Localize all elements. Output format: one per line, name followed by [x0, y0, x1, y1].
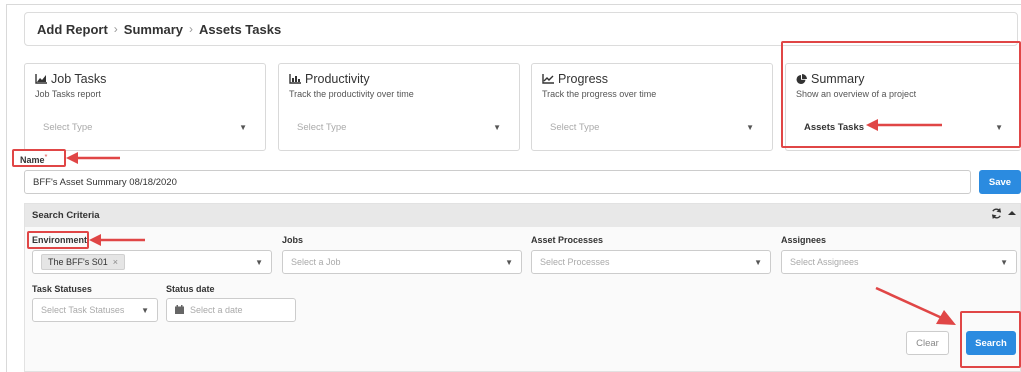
task-statuses-select[interactable]: Select Task Statuses ▼ [32, 298, 158, 322]
name-label: Name* [20, 152, 47, 165]
jobs-label: Jobs [282, 235, 304, 245]
save-button[interactable]: Save [979, 170, 1021, 194]
line-chart-icon [542, 74, 554, 84]
caret-down-icon: ▼ [141, 305, 149, 315]
select-value: Select Type [550, 121, 600, 133]
select-value: Select Type [297, 121, 347, 133]
clear-button[interactable]: Clear [906, 331, 949, 355]
report-type-select[interactable]: Select Type ▼ [35, 114, 255, 140]
breadcrumb-summary[interactable]: Summary [124, 22, 183, 37]
search-criteria-title: Search Criteria [32, 210, 100, 221]
breadcrumb-separator: › [113, 22, 118, 36]
caret-down-icon: ▼ [493, 122, 501, 132]
status-date-input[interactable]: Select a date [166, 298, 296, 322]
report-card-productivity[interactable]: Productivity Track the productivity over… [278, 63, 520, 151]
card-title: Job Tasks [35, 72, 106, 86]
report-card-progress[interactable]: Progress Track the progress over time Se… [531, 63, 773, 151]
asset-processes-label: Asset Processes [531, 235, 604, 245]
caret-down-icon: ▼ [505, 257, 513, 267]
card-subtitle: Track the progress over time [542, 89, 657, 99]
select-value: Select Type [43, 121, 93, 133]
annotation-arrow-icon [66, 152, 120, 164]
annotation-arrow-icon [89, 234, 145, 246]
annotation-arrow-icon [875, 286, 956, 325]
status-date-placeholder: Select a date [190, 305, 243, 315]
required-mark: * [44, 152, 48, 161]
collapse-caret-icon[interactable] [1008, 208, 1016, 222]
refresh-icon[interactable] [991, 208, 1002, 222]
card-title: Progress [542, 72, 608, 86]
report-type-select[interactable]: Select Type ▼ [542, 114, 762, 140]
search-criteria-header: Search Criteria [25, 204, 1020, 227]
name-label-text: Name [20, 155, 45, 165]
search-button[interactable]: Search [966, 331, 1016, 355]
status-date-label: Status date [166, 284, 215, 294]
calendar-icon [175, 304, 184, 316]
card-title-label: Job Tasks [51, 72, 107, 86]
task-statuses-placeholder: Select Task Statuses [41, 305, 125, 315]
jobs-placeholder: Select a Job [291, 257, 341, 267]
tag-remove-icon[interactable]: × [113, 257, 118, 267]
assignees-placeholder: Select Assignees [790, 257, 859, 267]
caret-down-icon: ▼ [255, 257, 263, 267]
report-type-select[interactable]: Select Type ▼ [289, 114, 509, 140]
card-title-label: Progress [558, 72, 609, 86]
asset-processes-placeholder: Select Processes [540, 257, 610, 267]
assignees-label: Assignees [781, 235, 827, 245]
report-card-job-tasks[interactable]: Job Tasks Job Tasks report Select Type ▼ [24, 63, 266, 151]
breadcrumb-separator: › [189, 22, 194, 36]
card-title: Productivity [289, 72, 370, 86]
asset-processes-select[interactable]: Select Processes ▼ [531, 250, 771, 274]
environment-tag: The BFF's S01 × [41, 254, 126, 270]
caret-down-icon: ▼ [239, 122, 247, 132]
environment-label: Environment [32, 235, 88, 245]
caret-down-icon: ▼ [1000, 257, 1008, 267]
environment-tag-label: The BFF's S01 [48, 257, 108, 267]
environment-select[interactable]: The BFF's S01 × ▼ [32, 250, 272, 274]
caret-down-icon: ▼ [746, 122, 754, 132]
breadcrumb-add-report[interactable]: Add Report [37, 22, 108, 37]
annotation-arrow-icon [866, 119, 942, 131]
card-subtitle: Track the productivity over time [289, 89, 414, 99]
jobs-select[interactable]: Select a Job ▼ [282, 250, 522, 274]
card-title-label: Productivity [305, 72, 370, 86]
bar-chart-icon [289, 74, 301, 84]
caret-down-icon: ▼ [754, 257, 762, 267]
card-subtitle: Job Tasks report [35, 89, 101, 99]
breadcrumb-assets-tasks: Assets Tasks [199, 21, 282, 37]
task-statuses-label: Task Statuses [32, 284, 92, 294]
area-chart-icon [35, 74, 47, 84]
assignees-select[interactable]: Select Assignees ▼ [781, 250, 1017, 274]
report-name-input[interactable]: BFF's Asset Summary 08/18/2020 [24, 170, 971, 194]
